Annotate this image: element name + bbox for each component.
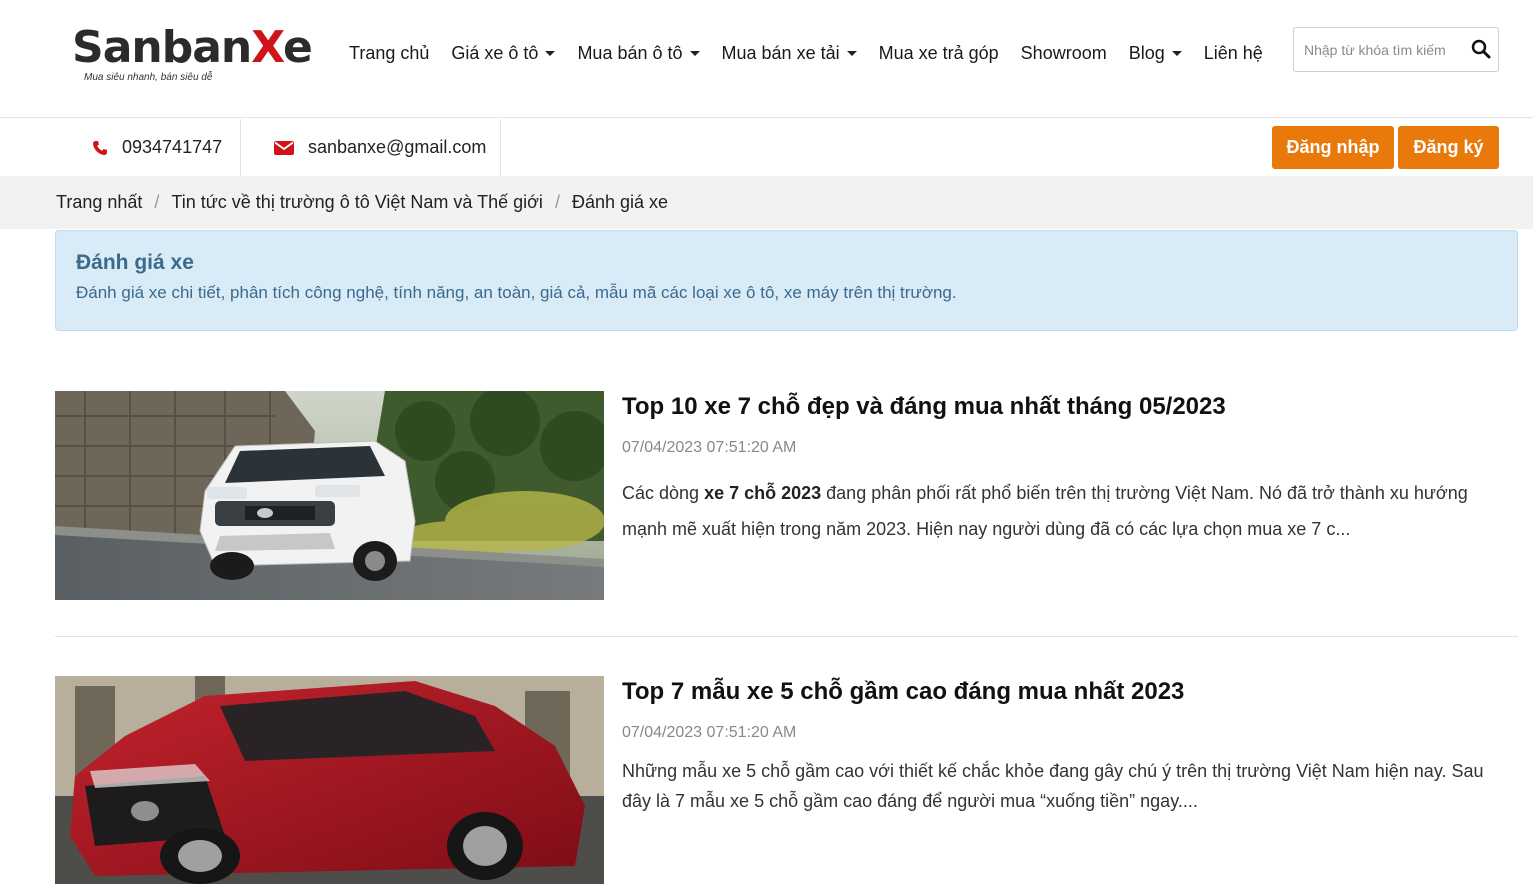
contact-bar: 0934741747 sanbanxe@gmail.com Đăng nhập … — [0, 119, 1533, 176]
divider — [500, 119, 501, 176]
search-icon[interactable] — [1470, 38, 1492, 60]
contact-phone[interactable]: 0934741747 — [92, 119, 222, 176]
nav-item-car-prices[interactable]: Giá xe ô tô — [451, 43, 556, 64]
article-body: Top 7 mẫu xe 5 chỗ gầm cao đáng mua nhất… — [622, 676, 1512, 816]
article-date: 07/04/2023 07:51:20 AM — [622, 439, 797, 456]
nav-item-blog[interactable]: Blog — [1129, 43, 1182, 64]
logo-wordmark: SanbanXe — [72, 22, 313, 73]
main-nav: Trang chủ Giá xe ô tô Mua bán ô tô Mua b… — [349, 40, 1285, 66]
chevron-down-icon — [1171, 50, 1182, 56]
category-description: Đánh giá xe chi tiết, phân tích công ngh… — [76, 283, 957, 302]
article-body: Top 10 xe 7 chỗ đẹp và đáng mua nhất thá… — [622, 391, 1512, 547]
nav-item-installment[interactable]: Mua xe trả góp — [879, 43, 999, 64]
article-thumbnail[interactable] — [55, 676, 604, 884]
chevron-down-icon — [545, 50, 556, 56]
divider — [240, 119, 241, 176]
article-date: 07/04/2023 07:51:20 AM — [622, 724, 797, 741]
chevron-down-icon — [689, 50, 700, 56]
phone-icon — [93, 140, 107, 155]
nav-item-home[interactable]: Trang chủ — [349, 43, 429, 64]
white-suv-image — [55, 391, 604, 600]
nav-item-contact[interactable]: Liên hệ — [1204, 43, 1263, 64]
search-box — [1293, 27, 1499, 72]
category-title: Đánh giá xe — [76, 251, 194, 274]
article-item: Top 10 xe 7 chỗ đẹp và đáng mua nhất thá… — [55, 391, 1518, 600]
category-info-box: Đánh giá xe Đánh giá xe chi tiết, phân t… — [55, 230, 1518, 331]
breadcrumb-separator: / — [554, 192, 560, 212]
nav-item-buy-sell-trucks[interactable]: Mua bán xe tải — [722, 43, 857, 64]
article-excerpt: Các dòng xe 7 chỗ 2023 đang phân phối rấ… — [622, 483, 1468, 539]
article-excerpt: Những mẫu xe 5 chỗ gầm cao với thiết kế … — [622, 761, 1484, 811]
article-thumbnail[interactable] — [55, 391, 604, 600]
article-title[interactable]: Top 7 mẫu xe 5 chỗ gầm cao đáng mua nhất… — [622, 676, 1512, 708]
article-divider — [55, 636, 1518, 637]
breadcrumb: Trang nhất / Tin tức về thị trường ô tô … — [0, 176, 1533, 229]
nav-item-showroom[interactable]: Showroom — [1021, 43, 1107, 64]
breadcrumb-separator: / — [154, 192, 160, 212]
breadcrumb-home[interactable]: Trang nhất — [56, 192, 142, 213]
article-item: Top 7 mẫu xe 5 chỗ gầm cao đáng mua nhất… — [55, 676, 1518, 884]
site-header: SanbanXe Mua siêu nhanh, bán siêu dễ Tra… — [0, 0, 1533, 118]
breadcrumb-current[interactable]: Đánh giá xe — [572, 192, 668, 213]
site-logo[interactable]: SanbanXe Mua siêu nhanh, bán siêu dễ — [72, 22, 313, 86]
search-input[interactable] — [1304, 36, 1469, 64]
envelope-icon — [274, 140, 294, 155]
contact-email[interactable]: sanbanxe@gmail.com — [274, 119, 486, 176]
logo-tagline: Mua siêu nhanh, bán siêu dễ — [84, 72, 213, 83]
red-suv-image — [55, 676, 604, 884]
article-title[interactable]: Top 10 xe 7 chỗ đẹp và đáng mua nhất thá… — [622, 391, 1512, 423]
email-address: sanbanxe@gmail.com — [308, 137, 487, 157]
chevron-down-icon — [846, 50, 857, 56]
nav-item-buy-sell-cars[interactable]: Mua bán ô tô — [577, 43, 700, 64]
breadcrumb-news[interactable]: Tin tức về thị trường ô tô Việt Nam và T… — [171, 192, 543, 213]
phone-number: 0934741747 — [122, 137, 223, 157]
login-button[interactable]: Đăng nhập — [1272, 126, 1394, 169]
register-button[interactable]: Đăng ký — [1398, 126, 1499, 169]
